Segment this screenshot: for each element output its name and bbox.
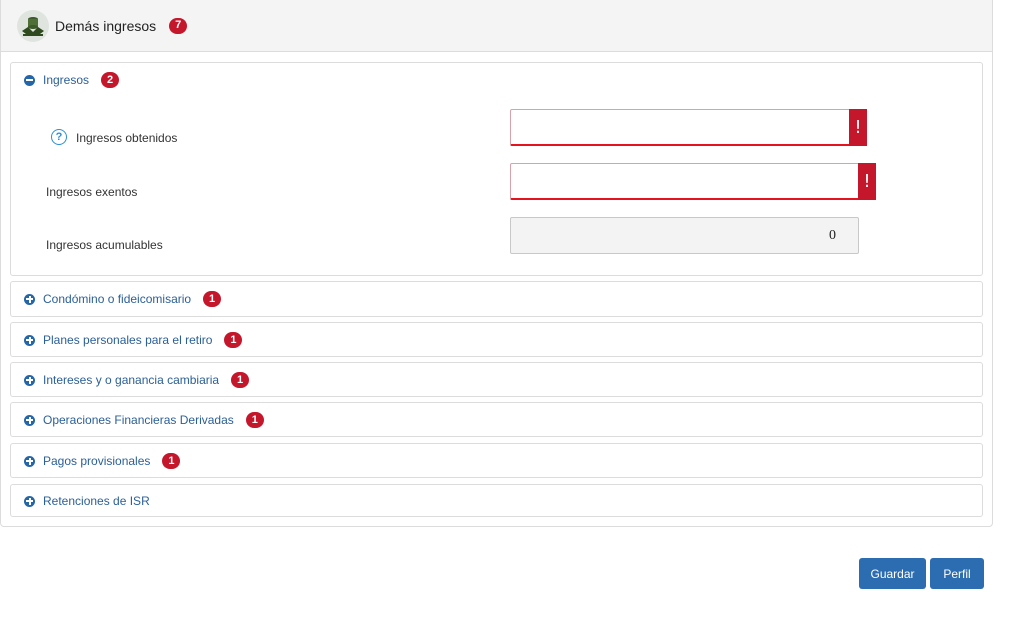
coins-logo-icon [17,9,49,42]
section-error-badge: 2 [101,72,120,88]
error-indicator-icon: ! [858,163,876,200]
section-label: Condómino o fideicomisario [43,292,192,306]
page-title: Demás ingresos [55,17,157,34]
section-ingresos-toggle[interactable]: Ingresos 2 [11,63,982,97]
section-retenciones-isr-toggle[interactable]: Retenciones de ISR [11,485,982,517]
error-indicator-icon: ! [849,109,867,146]
ingresos-acumulables-value: 0 [510,217,859,254]
expand-icon [24,414,35,426]
expand-icon [24,334,35,346]
section-pagos-provisionales-toggle[interactable]: Pagos provisionales 1 [11,444,982,478]
section-intereses-toggle[interactable]: Intereses y o ganancia cambiaria 1 [11,363,982,397]
section-condomino-toggle[interactable]: Condómino o fideicomisario 1 [11,282,982,316]
section-planes-retiro: Planes personales para el retiro 1 [10,322,983,357]
section-pagos-provisionales: Pagos provisionales 1 [10,443,983,478]
section-label: Retenciones de ISR [43,494,150,508]
section-label: Intereses y o ganancia cambiaria [43,373,220,387]
ingresos-exentos-input[interactable] [510,163,860,200]
save-button[interactable]: Guardar [859,558,926,589]
section-label: Operaciones Financieras Derivadas [43,413,234,427]
expand-icon [24,495,35,507]
collapse-icon [24,74,35,86]
section-label: Ingresos [43,73,90,87]
expand-icon [24,455,35,467]
section-label: Planes personales para el retiro [43,333,213,347]
panel-header: Demás ingresos 7 [1,0,992,52]
ingresos-obtenidos-label: Ingresos obtenidos [76,131,178,145]
section-intereses: Intereses y o ganancia cambiaria 1 [10,362,983,397]
section-label: Pagos provisionales [43,454,151,468]
section-error-badge: 1 [162,453,181,469]
section-condomino: Condómino o fideicomisario 1 [10,281,983,317]
section-retenciones-isr: Retenciones de ISR [10,484,983,517]
ingresos-obtenidos-input[interactable] [510,109,851,146]
section-ingresos: Ingresos 2 ? Ingresos obtenidos ! Ingres… [10,62,983,276]
section-error-badge: 1 [224,332,243,348]
section-error-badge: 1 [203,291,222,307]
section-error-badge: 1 [231,372,250,388]
profile-button[interactable]: Perfil [930,558,984,589]
section-error-badge: 1 [245,412,264,428]
header-error-badge: 7 [169,17,188,34]
ingresos-acumulables-label: Ingresos acumulables [46,238,163,252]
help-icon[interactable]: ? [51,129,67,145]
section-operaciones-derivadas-toggle[interactable]: Operaciones Financieras Derivadas 1 [11,403,982,437]
section-planes-retiro-toggle[interactable]: Planes personales para el retiro 1 [11,323,982,357]
expand-icon [24,374,35,386]
expand-icon [24,293,35,305]
ingresos-exentos-label: Ingresos exentos [46,185,138,199]
section-operaciones-derivadas: Operaciones Financieras Derivadas 1 [10,402,983,437]
